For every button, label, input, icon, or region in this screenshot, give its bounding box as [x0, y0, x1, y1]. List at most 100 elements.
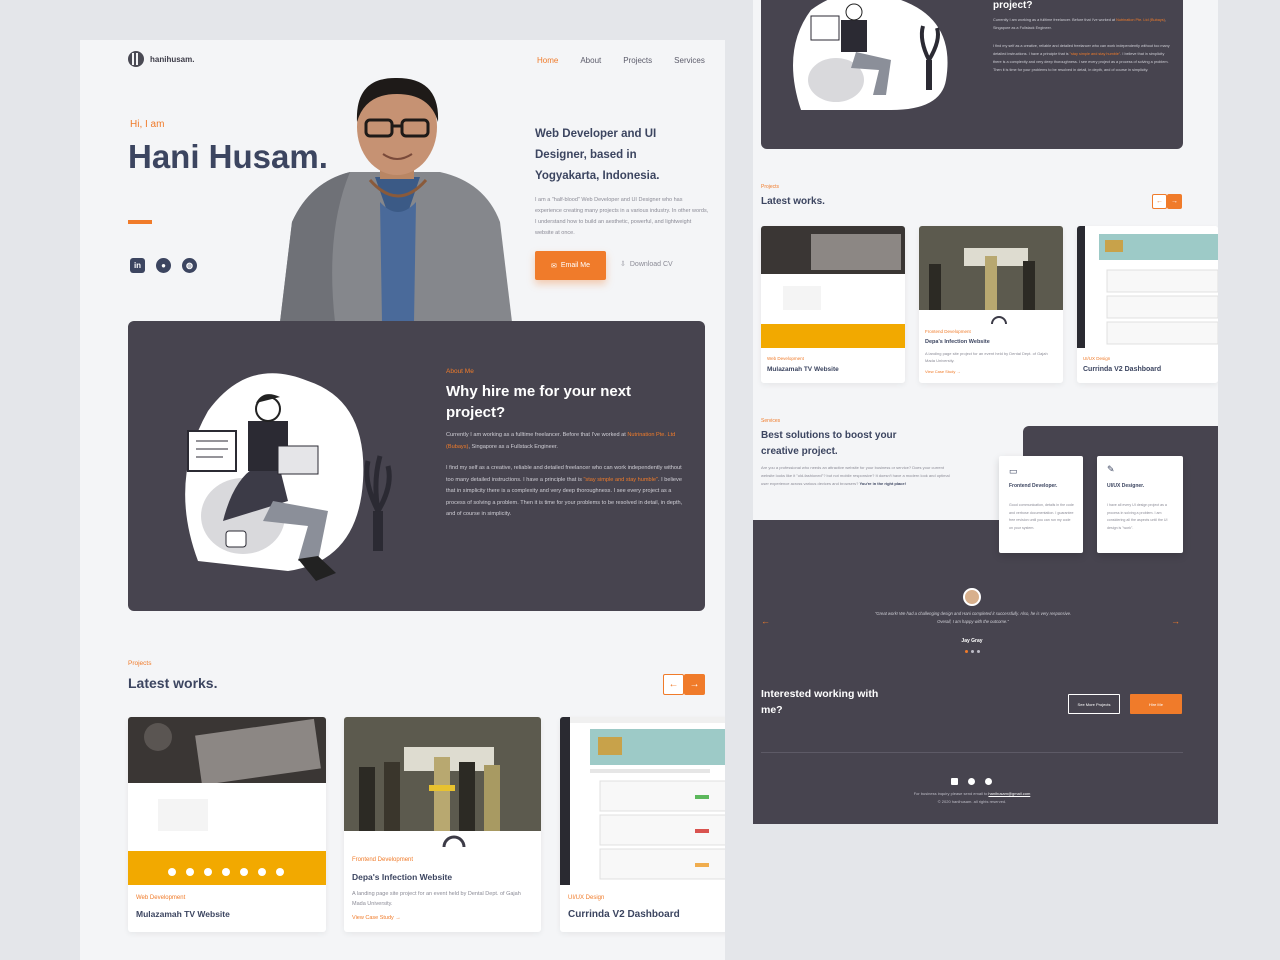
freelancer-illustration [185, 373, 392, 581]
project-card-currinda[interactable]: UI/UX Design Currinda V2 Dashboard [560, 717, 725, 932]
project-category: Web Development [136, 895, 186, 901]
testimonial-dots[interactable] [965, 650, 980, 653]
projects-eyebrow: Projects [128, 660, 152, 667]
see-more-projects-button[interactable]: See More Projects [1068, 694, 1120, 714]
project-card-currinda[interactable]: UI/UX Design Currinda V2 Dashboard [1077, 226, 1218, 383]
download-icon: ⇩ [620, 261, 626, 268]
project-card-depas[interactable]: Frontend Development Depa's Infection We… [344, 717, 541, 932]
arrow-right-icon: → [689, 679, 700, 690]
download-cv-button[interactable]: ⇩ Download CV [620, 260, 673, 269]
logo[interactable]: hanihusam. [128, 51, 194, 67]
project-thumbnail [560, 717, 725, 885]
email-me-label: Email Me [560, 262, 591, 269]
desktop-mockup-scrolled: project? Currently I am working as a ful… [753, 0, 1218, 824]
arrow-left-icon: ← [1156, 198, 1163, 205]
dribbble-icon[interactable] [985, 778, 992, 785]
project-description: A landing page site project for an event… [925, 351, 1048, 363]
arrow-right-icon: → [1171, 198, 1178, 205]
footer-copyright: © 2020 hanihusam. all rights reserved. [937, 799, 1007, 804]
email-me-button[interactable]: ✉ Email Me [535, 251, 606, 280]
view-case-study-link[interactable]: View Case Study → [352, 915, 401, 921]
about-paragraph-2: I find my self as a creative, reliable a… [446, 463, 686, 521]
about-company-link[interactable]: Nutrination Pte. Ltd (Bubays) [1116, 18, 1165, 22]
arrow-left-icon: ← [668, 679, 679, 690]
hero-greeting: Hi, I am [130, 119, 165, 130]
project-thumbnail [919, 226, 1063, 326]
project-title: Currinda V2 Dashboard [568, 909, 680, 920]
services-title: Best solutions to boost your creative pr… [761, 430, 897, 457]
project-title: Currinda V2 Dashboard [1083, 366, 1162, 373]
about-text: Currently I am working as a fulltime fre… [446, 432, 628, 438]
project-title: Mulazamah TV Website [136, 909, 230, 919]
hero-portrait [280, 77, 512, 322]
project-category: UI/UX Design [1083, 356, 1111, 361]
github-icon[interactable]: ● [156, 258, 171, 273]
footer-contact-text: For business inquiry please send email t… [913, 791, 988, 796]
hero-tagline: Web Developer and UI Designer, based in … [535, 128, 660, 182]
about-paragraph-1: Currently I am working as a fulltime fre… [446, 430, 686, 453]
project-card-mulazamah[interactable]: Web Development Mulazamah TV Website [761, 226, 905, 383]
project-card-depas[interactable]: Frontend Development Depa's Infection We… [919, 226, 1063, 383]
about-principle: "stay simple and stay humble" [583, 476, 658, 483]
main-nav: Home About Projects Services [537, 56, 705, 65]
project-thumbnail [344, 717, 541, 852]
download-cv-label: Download CV [629, 260, 673, 268]
footer-email-link[interactable]: hanihusam@gmail.com [988, 791, 1030, 796]
projects-title: Latest works. [128, 675, 218, 691]
hire-me-button[interactable]: Hire Me [1130, 694, 1182, 714]
freelancer-illustration [793, 0, 948, 110]
projects-title: Latest works. [761, 196, 825, 207]
project-category: Frontend Development [925, 329, 971, 334]
projects-prev-button[interactable]: ← [1152, 194, 1167, 209]
project-description: A landing page site project for an event… [352, 891, 521, 907]
desktop-mockup: hanihusam. Home About Projects Services … [80, 40, 725, 960]
pen-icon: ✎ [1107, 464, 1115, 474]
laptop-icon: ▭ [1009, 466, 1018, 476]
hero-intro: I am a "half-blood" Web Developer and UI… [535, 197, 709, 236]
about-paragraph-2: I find my self as a creative, reliable a… [993, 42, 1173, 74]
projects-next-button[interactable]: → [684, 674, 705, 695]
about-paragraph-1: Currently I am working as a fulltime fre… [993, 16, 1173, 32]
testimonial-prev-arrow-icon[interactable]: ← [761, 616, 770, 626]
nav-projects[interactable]: Projects [623, 56, 652, 65]
testimonial-quote: "Great work! We had a challenging design… [874, 611, 1072, 624]
github-icon[interactable] [968, 778, 975, 785]
projects-next-button[interactable]: → [1167, 194, 1182, 209]
about-section: About Me Why hire me for your next proje… [128, 321, 705, 611]
service-description: I have all every UI design project as a … [1107, 503, 1168, 530]
project-category: Frontend Development [352, 857, 414, 863]
view-case-study-label: View Case Study [352, 915, 394, 921]
service-card-uiux[interactable]: ✎ UI/UX Designer. I have all every UI de… [1097, 456, 1183, 553]
nav-about[interactable]: About [580, 56, 601, 65]
service-card-frontend[interactable]: ▭ Frontend Developer. Good communication… [999, 456, 1083, 553]
about-title-partial: project? [993, 0, 1033, 11]
services-description: Are you a professional who needs an attr… [761, 464, 951, 488]
testimonial-next-arrow-icon[interactable]: → [1171, 616, 1180, 626]
cta-text: Interested working with me? [761, 688, 879, 716]
projects-prev-button[interactable]: ← [663, 674, 684, 695]
project-category: UI/UX Design [568, 895, 605, 901]
linkedin-icon[interactable] [951, 778, 958, 785]
project-card-mulazamah[interactable]: Web Development Mulazamah TV Website [128, 717, 326, 932]
about-text: , Singapore as a Fullstack Engineer. [468, 443, 558, 450]
projects-eyebrow: Projects [761, 184, 780, 190]
footer-contact: For business inquiry please send email t… [753, 791, 1191, 796]
nav-services[interactable]: Services [674, 56, 705, 65]
view-case-study-link[interactable]: View Case Study → [925, 369, 961, 374]
logo-mark [128, 51, 144, 67]
about-title: Why hire me for your next project? [446, 383, 632, 421]
project-category: Web Development [767, 356, 804, 361]
view-case-study-label: View Case Study [925, 369, 956, 374]
linkedin-icon[interactable]: in [130, 258, 145, 273]
nav-home[interactable]: Home [537, 56, 558, 65]
service-title: Frontend Developer. [1009, 483, 1058, 489]
dribbble-icon[interactable]: ◍ [182, 258, 197, 273]
footer-divider [761, 752, 1183, 753]
about-section-partial: project? Currently I am working as a ful… [761, 0, 1183, 149]
services-highlight: You're in the right place! [859, 481, 906, 486]
about-eyebrow: About Me [446, 368, 474, 375]
service-title: UI/UX Designer. [1107, 483, 1145, 489]
social-links: in ● ◍ [130, 258, 197, 273]
testimonial-author: Jay Gray [961, 638, 983, 644]
project-title: Depa's Infection Website [352, 872, 453, 882]
